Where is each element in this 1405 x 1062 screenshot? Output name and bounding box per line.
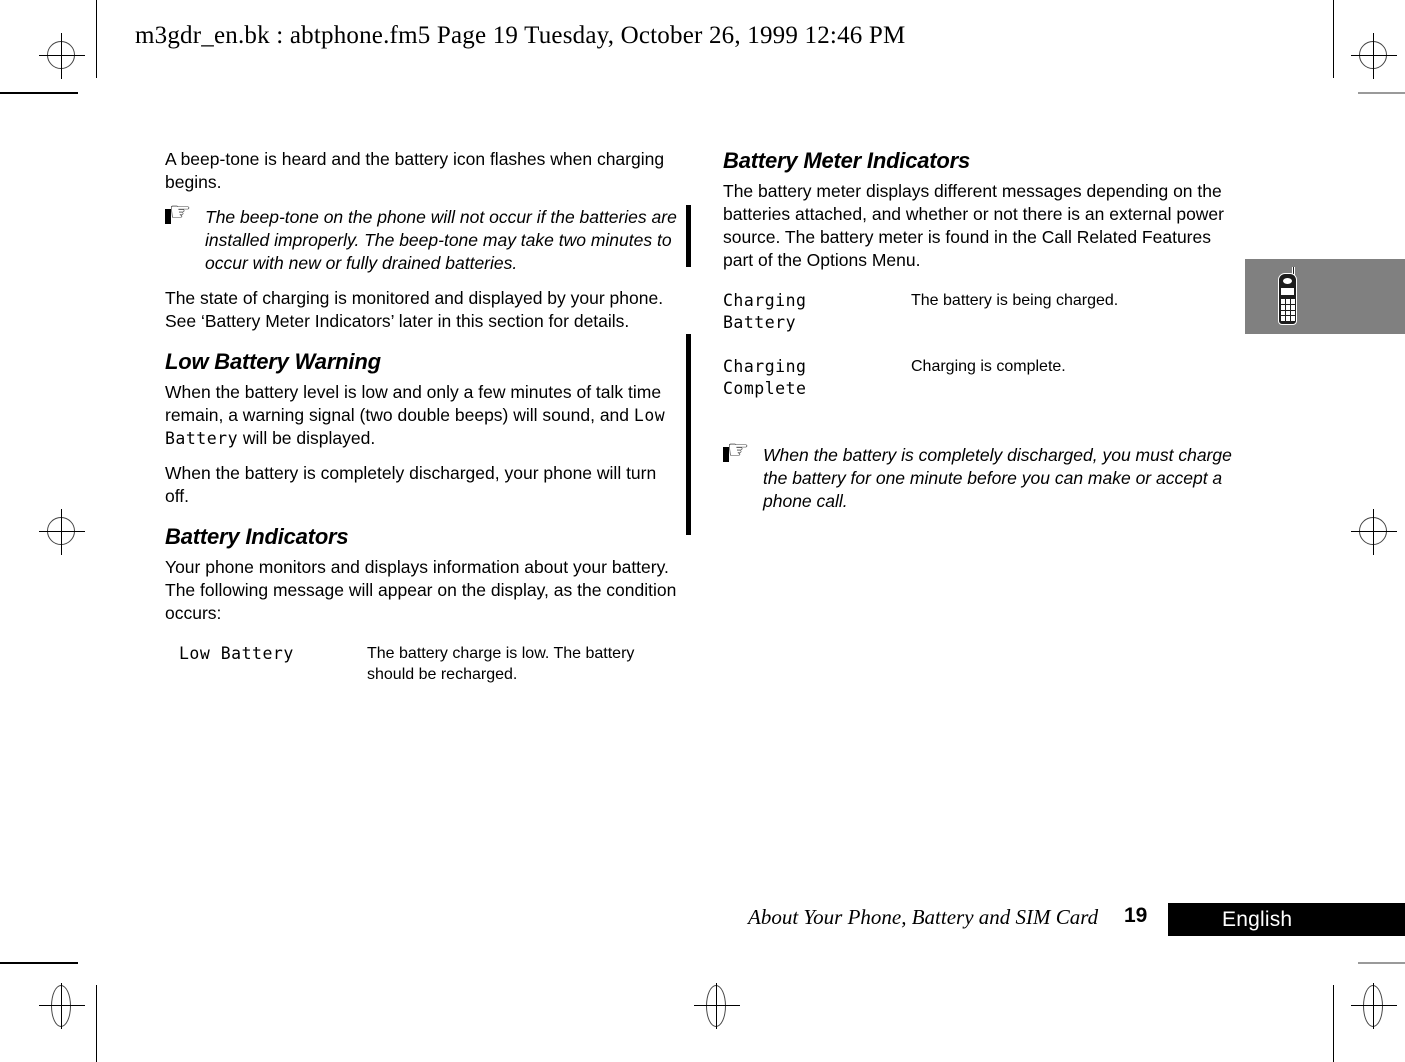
note-text: The beep-tone on the phone will not occu…: [205, 207, 677, 273]
registration-mark-bottom-center: [694, 983, 740, 1029]
registration-mark-top-left: [39, 33, 85, 79]
crop-mark-bottom-left: [0, 962, 78, 964]
lcd-battery: Battery: [165, 429, 239, 448]
trim-line-left: [96, 0, 97, 78]
message-description-cell: Charging is complete.: [911, 358, 1066, 375]
footer-language-badge: English: [1168, 903, 1405, 936]
intro-paragraph: A beep-tone is heard and the battery ico…: [165, 149, 665, 192]
lcd-message-line-1: Charging: [723, 357, 807, 376]
registration-mark-mid-right: [1351, 509, 1397, 555]
table-row: Low Battery The battery charge is low. T…: [165, 643, 685, 707]
heading-low-battery-warning: Low Battery Warning: [165, 349, 381, 374]
left-column: A beep-tone is heard and the battery ico…: [165, 148, 685, 707]
document-page: m3gdr_en.bk : abtphone.fm5 Page 19 Tuesd…: [0, 0, 1405, 1062]
lbw-text-part-1: When the battery level is low and only a…: [165, 382, 662, 425]
running-header: m3gdr_en.bk : abtphone.fm5 Page 19 Tuesd…: [135, 22, 906, 49]
message-display-cell: Low Battery: [165, 643, 367, 707]
charging-state-paragraph: The state of charging is monitored and d…: [165, 288, 664, 331]
crop-mark-bottom-right: [1358, 962, 1405, 964]
heading-battery-meter-indicators: Battery Meter Indicators: [723, 148, 971, 173]
lcd-message-line-1: Charging: [723, 291, 807, 310]
footer-chapter-title: About Your Phone, Battery and SIM Card: [748, 905, 1099, 929]
registration-mark-bottom-left: [39, 983, 85, 1029]
note-discharged-battery: ☞ When the battery is completely dischar…: [723, 438, 1245, 513]
message-description-cell: The battery is being charged.: [911, 292, 1119, 309]
change-bar-left-1: [686, 205, 691, 267]
registration-mark-bottom-right: [1351, 983, 1397, 1029]
footer-language-label: English: [1222, 908, 1293, 931]
footer-page-number: 19: [1124, 904, 1148, 927]
low-battery-warning-paragraph-2: When the battery is completely discharge…: [165, 463, 657, 506]
message-display-cell: Charging Complete: [723, 356, 911, 422]
note-beep-tone: ☞ The beep-tone on the phone will not oc…: [165, 200, 685, 275]
mobile-phone-icon: [1275, 267, 1301, 326]
trim-line-right: [1333, 0, 1334, 78]
table-row: Charging Complete Charging is complete.: [723, 356, 1245, 422]
low-battery-warning-paragraph-1: When the battery level is low and only a…: [165, 381, 685, 450]
battery-indicators-paragraph: Your phone monitors and displays informa…: [165, 557, 677, 623]
pointing-hand-icon: ☞: [723, 438, 759, 465]
right-column: Battery Meter Indicators The battery met…: [723, 148, 1245, 525]
battery-meter-paragraph: The battery meter displays different mes…: [723, 181, 1224, 270]
note-text: When the battery is completely discharge…: [763, 445, 1232, 511]
message-display-cell: Charging Battery: [723, 290, 911, 356]
lcd-message-line-1: Low Battery: [179, 644, 294, 663]
lcd-message-line-2: Battery: [723, 313, 797, 332]
registration-mark-top-right: [1351, 33, 1397, 79]
change-bar-left-2: [686, 334, 691, 535]
battery-indicators-message-table: Low Battery The battery charge is low. T…: [165, 643, 685, 707]
trim-line-bottom-left: [96, 985, 97, 1062]
table-row: Charging Battery The battery is being ch…: [723, 290, 1245, 356]
trim-line-bottom-right: [1333, 985, 1334, 1062]
crop-mark-top-left: [0, 92, 78, 94]
pointing-hand-icon: ☞: [165, 200, 201, 227]
lcd-message-line-2: Complete: [723, 379, 807, 398]
message-description-cell: The battery charge is low. The battery s…: [367, 645, 635, 683]
registration-mark-mid-left: [39, 509, 85, 555]
thumb-tab: [1245, 259, 1405, 334]
battery-meter-message-table: Charging Battery The battery is being ch…: [723, 290, 1245, 422]
crop-mark-top-right: [1358, 92, 1405, 94]
lcd-low: Low: [633, 406, 666, 425]
lbw-text-part-2: will be displayed.: [238, 428, 376, 448]
heading-battery-indicators: Battery Indicators: [165, 524, 349, 549]
